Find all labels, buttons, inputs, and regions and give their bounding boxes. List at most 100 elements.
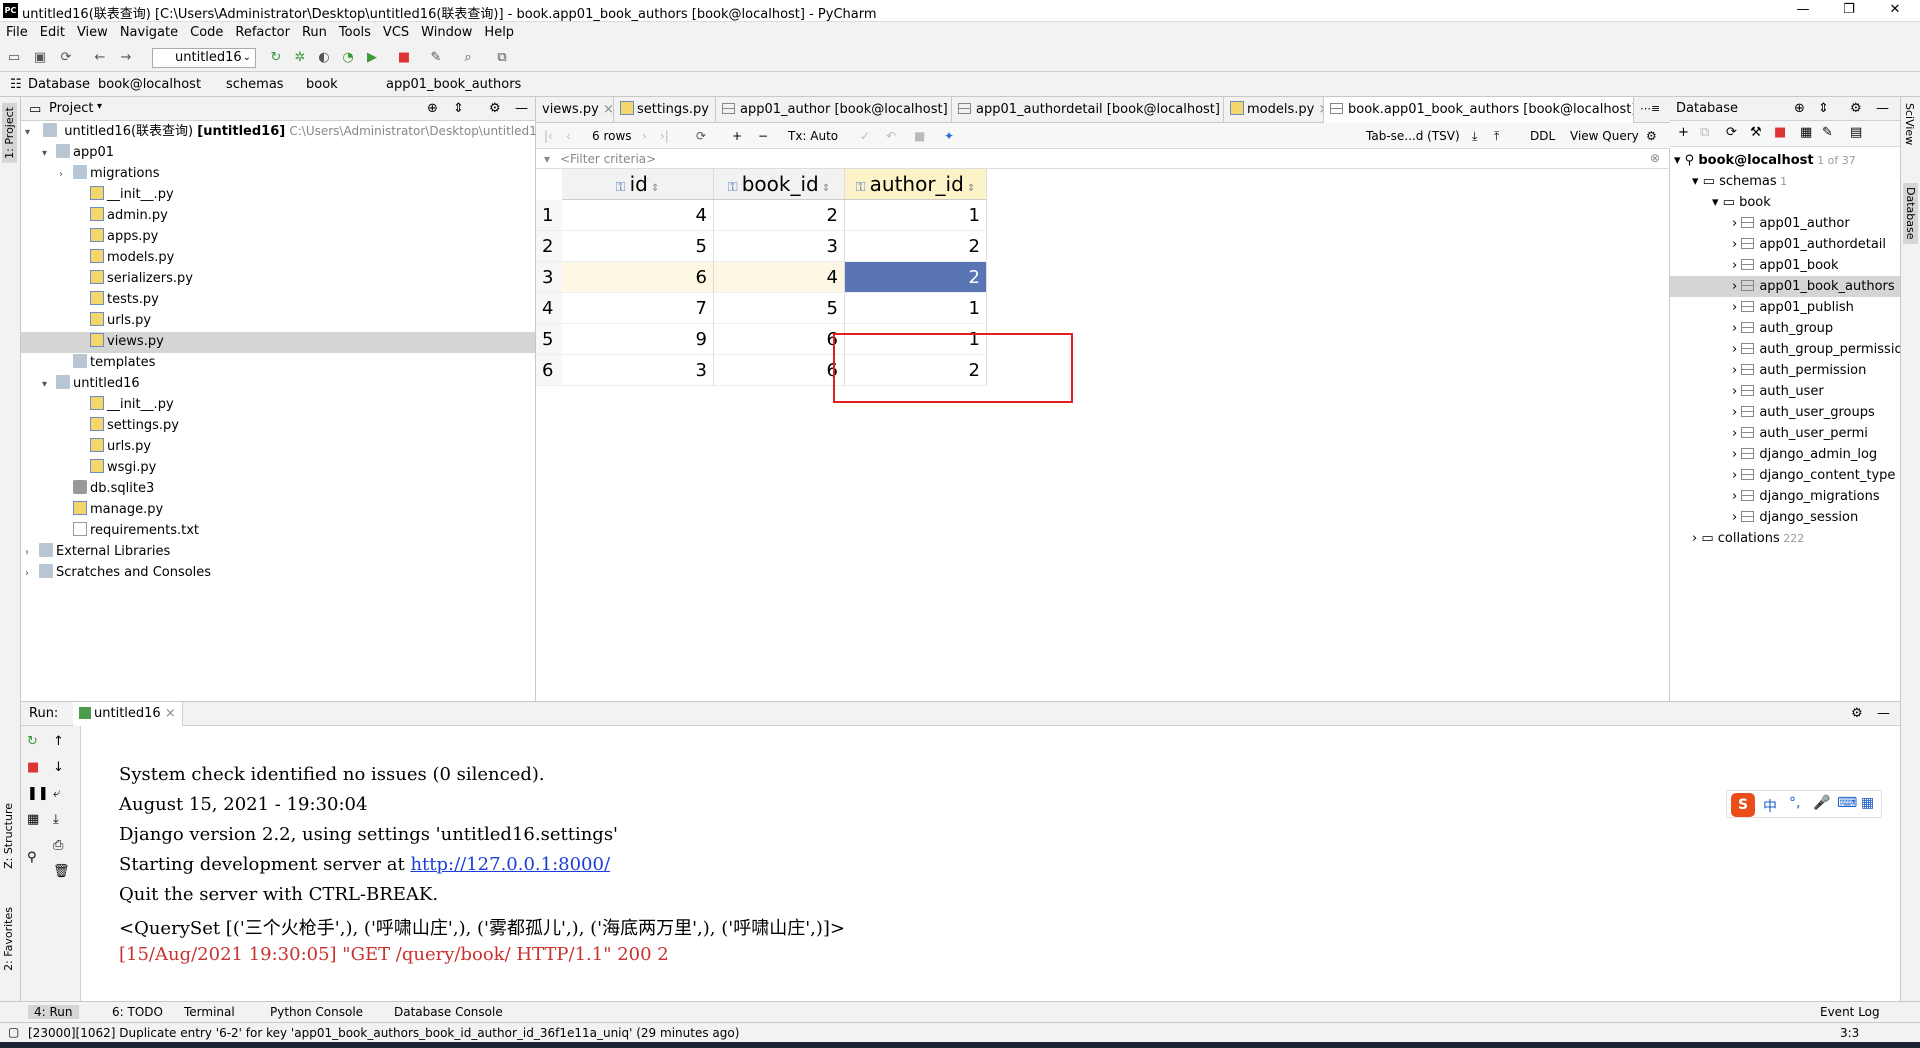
close-icon[interactable]: × xyxy=(165,706,176,721)
grid-cell-id[interactable]: 3 xyxy=(562,355,714,386)
breadcrumb-table[interactable]: app01_book_authors xyxy=(386,77,521,92)
stop-icon[interactable]: ■ xyxy=(396,50,412,66)
sort-icon[interactable]: ⇕ xyxy=(648,183,659,194)
grid-cell-author-id[interactable]: 2 xyxy=(845,231,987,262)
server-url-link[interactable]: http://127.0.0.1:8000/ xyxy=(410,854,610,875)
grid-cell-id[interactable]: 9 xyxy=(562,324,714,355)
event-log-tool-tab[interactable]: Event Log xyxy=(1820,1005,1880,1019)
keyboard-icon[interactable]: ⌨ xyxy=(1837,795,1857,811)
tree-item-untitled16[interactable]: ▾ untitled16 xyxy=(42,373,140,394)
stop-icon[interactable]: ■ xyxy=(27,760,39,775)
gear-icon[interactable]: ⚙ xyxy=(489,101,501,116)
profile-icon[interactable]: ◔ xyxy=(340,50,356,66)
grid-cell-id[interactable]: 7 xyxy=(562,293,714,324)
export-format-select[interactable]: Tab-se...d (TSV) xyxy=(1366,129,1460,143)
status-icon[interactable]: ▢ xyxy=(8,1025,19,1039)
tree-item-db-sqlite3[interactable]: db.sqlite3 xyxy=(59,478,154,499)
menu-window[interactable]: Window xyxy=(415,22,478,44)
tree-item-external-libraries[interactable]: › External Libraries xyxy=(25,541,170,562)
table-view-icon[interactable]: ▦ xyxy=(1800,125,1812,140)
chevron-right-icon[interactable]: › xyxy=(1732,447,1741,462)
collapse-icon[interactable]: ⇕ xyxy=(1818,101,1829,116)
column-header-book-id[interactable]: ⚿ book_id ⇕ xyxy=(714,169,845,200)
grid-icon[interactable]: ▦ xyxy=(1861,795,1874,811)
first-page-icon[interactable]: |‹ xyxy=(544,129,553,143)
tree-item-views-py[interactable]: views.py xyxy=(76,331,164,352)
open-folder-icon[interactable]: ▭ xyxy=(6,50,22,66)
chevron-right-icon[interactable]: › xyxy=(1732,279,1741,294)
print-icon[interactable]: ⎙ xyxy=(53,838,63,853)
row-number[interactable]: 6 xyxy=(536,355,562,386)
pin-icon[interactable]: ✦ xyxy=(944,129,954,143)
row-number[interactable]: 2 xyxy=(536,231,562,262)
gear-icon[interactable]: ⚙ xyxy=(1646,129,1657,143)
project-tool-tab[interactable]: 1: Project xyxy=(2,103,17,163)
row-number[interactable]: 1 xyxy=(536,200,562,231)
db-table-django-session[interactable]: › django_session xyxy=(1732,507,1858,528)
menu-edit[interactable]: Edit xyxy=(34,22,71,44)
cancel-query-icon[interactable]: ■ xyxy=(914,129,925,143)
tab-app01-authordetail[interactable]: app01_authordetail [book@localhost] × xyxy=(952,97,1224,123)
tree-item-templates[interactable]: templates xyxy=(59,352,155,373)
down-icon[interactable]: ↓ xyxy=(53,760,64,775)
chevron-down-icon[interactable]: ▾ xyxy=(42,374,56,395)
breadcrumb-book[interactable]: book xyxy=(306,77,338,92)
db-schema-book[interactable]: ▾ ▭ book xyxy=(1712,192,1771,213)
sciview-tool-tab[interactable]: SciView xyxy=(1903,103,1916,145)
run-config-tab[interactable]: untitled16 × xyxy=(73,702,183,726)
db-table-app01-authordetail[interactable]: › app01_authordetail xyxy=(1732,234,1886,255)
db-table-auth-user-groups[interactable]: › auth_user_groups xyxy=(1732,402,1875,423)
tab-settings[interactable]: settings.py × xyxy=(614,97,716,123)
menu-code[interactable]: Code xyxy=(184,22,229,44)
db-table-auth-group[interactable]: › auth_group xyxy=(1732,318,1833,339)
minimize-button[interactable]: — xyxy=(1780,0,1826,22)
grid-cell-book-id[interactable]: 2 xyxy=(714,200,845,231)
copy-icon[interactable]: ⧉ xyxy=(1700,125,1709,140)
import-icon[interactable]: ⤒ xyxy=(1494,129,1499,144)
edit-icon[interactable]: ✎ xyxy=(1822,125,1833,140)
chevron-down-icon[interactable]: ▾ xyxy=(1674,153,1685,168)
clear-filter-icon[interactable]: ⊗ xyxy=(1650,151,1660,165)
chevron-right-icon[interactable]: › xyxy=(1732,468,1741,483)
row-number[interactable]: 3 xyxy=(536,262,562,293)
tab-book-authors[interactable]: book.app01_book_authors [book@localhost]… xyxy=(1324,97,1634,123)
forward-icon[interactable]: → xyxy=(118,50,134,66)
grid-cell-book-id[interactable]: 4 xyxy=(714,262,845,293)
maximize-button[interactable]: ❐ xyxy=(1826,0,1872,22)
chevron-right-icon[interactable]: › xyxy=(1732,363,1741,378)
scroll-end-icon[interactable]: ⤓ xyxy=(53,812,59,827)
tree-item-admin-py[interactable]: admin.py xyxy=(76,205,168,226)
grid-cell-book-id[interactable]: 5 xyxy=(714,293,845,324)
chevron-right-icon[interactable]: › xyxy=(1732,216,1741,231)
chevron-right-icon[interactable]: › xyxy=(59,164,73,185)
tree-item-serializers-py[interactable]: serializers.py xyxy=(76,268,193,289)
add-row-icon[interactable]: + xyxy=(732,129,742,143)
rerun-icon[interactable]: ↻ xyxy=(27,734,38,749)
tree-item-app01[interactable]: ▾ app01 xyxy=(42,142,114,163)
favorites-tool-tab[interactable]: 2: Favorites xyxy=(2,907,15,971)
status-message[interactable]: [23000][1062] Duplicate entry '6-2' for … xyxy=(28,1026,739,1040)
chevron-right-icon[interactable]: › xyxy=(25,542,39,563)
todo-tool-tab[interactable]: 6: TODO xyxy=(112,1005,163,1019)
locate-icon[interactable]: ⊕ xyxy=(427,101,438,116)
trash-icon[interactable]: 🗑 xyxy=(53,864,70,879)
grid-cell-book-id[interactable]: 6 xyxy=(714,324,845,355)
tree-item-urls-py[interactable]: urls.py xyxy=(76,310,151,331)
row-count[interactable]: 6 rows xyxy=(592,129,632,143)
grid-cell-author-id[interactable]: 1 xyxy=(845,293,987,324)
db-table-app01-book[interactable]: › app01_book xyxy=(1732,255,1839,276)
chevron-right-icon[interactable]: › xyxy=(1732,426,1741,441)
rollback-icon[interactable]: ↶ xyxy=(886,129,896,143)
tree-item--init-py[interactable]: __init__.py xyxy=(76,394,174,415)
next-page-icon[interactable]: › xyxy=(642,129,647,143)
hide-icon[interactable]: — xyxy=(1877,706,1890,721)
tree-item-settings-py[interactable]: settings.py xyxy=(76,415,179,436)
chevron-right-icon[interactable]: › xyxy=(1732,321,1741,336)
console-icon[interactable]: ▤ xyxy=(1850,125,1862,140)
vcs-icon[interactable]: ⧉ xyxy=(494,50,510,66)
filter-input[interactable]: <Filter criteria> xyxy=(560,152,656,166)
db-connection[interactable]: ▾ ⚲ book@localhost 1 of 37 xyxy=(1674,150,1856,171)
breadcrumb-schemas[interactable]: schemas xyxy=(226,77,284,92)
chevron-right-icon[interactable]: › xyxy=(1732,405,1741,420)
tab-models[interactable]: models.py × xyxy=(1224,97,1324,123)
